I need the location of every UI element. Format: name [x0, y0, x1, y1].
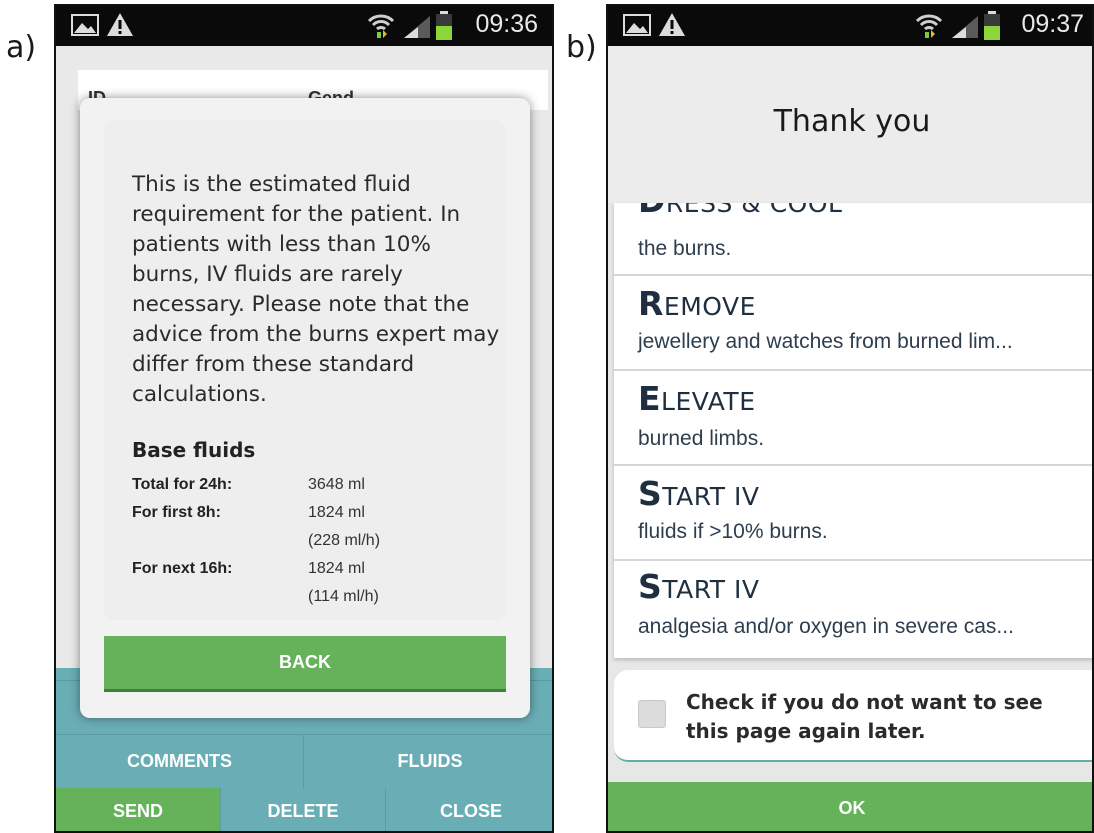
status-bar: 09:37 [608, 6, 1092, 46]
step-title: DRESS & COOL [638, 203, 843, 220]
status-time: 09:36 [475, 10, 538, 38]
phone-screen-b: 09:37 Thank you DRESS & COOL the burns. … [606, 4, 1094, 833]
header: Thank you [608, 46, 1092, 203]
dialog-message: This is the estimated fluid requirement … [132, 172, 500, 407]
wifi-icon [367, 14, 395, 38]
warning-icon [107, 13, 133, 36]
panel-label-a: a) [6, 30, 37, 65]
battery-icon [984, 11, 1000, 40]
ok-button[interactable]: OK [608, 782, 1092, 831]
comments-button[interactable]: COMMENTS [56, 734, 304, 788]
fluid-rate-next16h: (114 ml/h) [308, 588, 379, 605]
step-title: START IV [638, 474, 760, 513]
dialog-section-title: Base fluids [132, 438, 256, 462]
fluid-estimate-dialog: This is the estimated fluid requirement … [80, 98, 530, 718]
send-button[interactable]: SEND [56, 788, 221, 831]
wifi-icon [915, 14, 943, 38]
step-description: jewellery and watches from burned lim... [638, 330, 1013, 353]
list-item: ELEVATE burned limbs. [614, 371, 1092, 466]
signal-icon [404, 16, 430, 38]
step-description: analgesia and/or oxygen in severe cas... [638, 615, 1014, 638]
step-title: REMOVE [638, 284, 756, 323]
image-icon [71, 14, 99, 36]
fluid-value-first8h: 1824 ml [308, 504, 365, 521]
phone-screen-a: 09:36 ID Gend COMMENTS FLUIDS SEND DELET… [54, 4, 554, 833]
delete-button[interactable]: DELETE [221, 788, 386, 831]
signal-icon [952, 16, 978, 38]
status-bar: 09:36 [56, 6, 552, 46]
checkbox-label: Check if you do not want to see this pag… [686, 690, 1043, 743]
list-item: DRESS & COOL the burns. [614, 203, 1092, 276]
back-button[interactable]: BACK [104, 636, 506, 692]
image-icon [623, 14, 651, 36]
warning-icon [659, 13, 685, 36]
fluid-label-next16h: For next 16h: [132, 560, 233, 577]
fluid-label-total: Total for 24h: [132, 476, 233, 493]
fluids-button[interactable]: FLUIDS [304, 734, 552, 788]
dont-show-again-checkbox[interactable] [638, 700, 666, 728]
fluid-rate-first8h: (228 ml/h) [308, 532, 381, 549]
status-time: 09:37 [1021, 10, 1084, 38]
fluid-value-total: 3648 ml [308, 476, 365, 493]
dont-show-again-row[interactable]: Check if you do not want to see this pag… [614, 670, 1092, 762]
battery-icon [436, 11, 452, 40]
close-button[interactable]: CLOSE [386, 788, 552, 831]
fluid-value-next16h: 1824 ml [308, 560, 365, 577]
list-item: START IV fluids if >10% burns. [614, 466, 1092, 561]
page-title: Thank you [773, 104, 931, 139]
step-description: fluids if >10% burns. [638, 520, 828, 543]
list-item: REMOVE jewellery and watches from burned… [614, 276, 1092, 371]
fluid-label-first8h: For first 8h: [132, 504, 221, 521]
step-title: ELEVATE [638, 379, 756, 418]
first-aid-steps-list: DRESS & COOL the burns. REMOVE jewellery… [614, 203, 1092, 658]
step-description: burned limbs. [638, 427, 765, 450]
step-description: the burns. [638, 237, 732, 260]
list-item: START IV analgesia and/or oxygen in seve… [614, 561, 1092, 658]
panel-label-b: b) [566, 30, 597, 65]
step-title: START IV [638, 567, 760, 606]
